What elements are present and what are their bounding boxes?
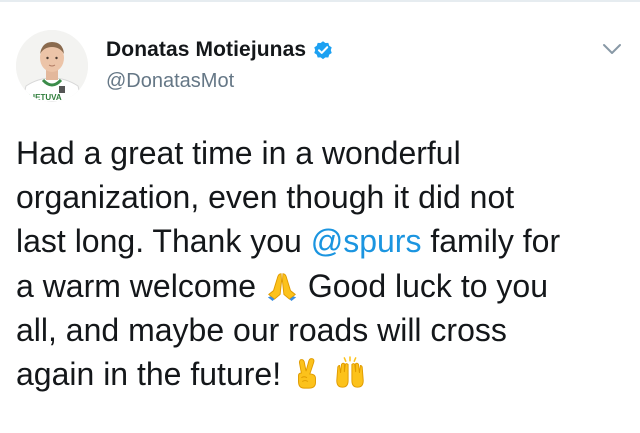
tweet-text-line: again in the future! — [16, 352, 630, 396]
raising-hands-icon — [333, 356, 367, 390]
tweet-text-line: Had a great time in a wonderful — [16, 131, 630, 175]
tweet-text-line: last long. Thank you @spurs family for — [16, 219, 630, 263]
verified-badge-icon — [312, 39, 334, 61]
user-handle[interactable]: @DonatasMot — [106, 70, 234, 93]
tweet-text-segment: all, and maybe our roads will cross — [16, 311, 507, 348]
tweet-text-segment: organization, even though it did not — [16, 179, 515, 216]
mention-link[interactable]: @spurs — [311, 223, 422, 259]
tweet-text-segment: Good luck to you — [298, 267, 548, 304]
folded-hands-icon — [265, 268, 299, 302]
tweet-text-segment: last long. Thank you — [16, 223, 311, 260]
victory-hand-icon — [290, 356, 324, 390]
tweet-text-segment: again in the future! — [16, 356, 290, 393]
tweet-text-segment: family for — [421, 223, 561, 260]
tweet-text-segment — [324, 356, 333, 392]
name-row: Donatas Motiejunas — [106, 38, 334, 62]
tweet-text-line: a warm welcome Good luck to you — [16, 264, 630, 308]
display-name[interactable]: Donatas Motiejunas — [106, 38, 306, 62]
tweet-text: Had a great time in a wonderful organizat… — [16, 131, 630, 396]
tweet-text-segment: a warm welcome — [16, 267, 265, 304]
avatar[interactable]: LIETUVA — [16, 30, 88, 102]
chevron-down-icon[interactable] — [602, 42, 622, 56]
tweet-card: LIETUVA Donatas Motiejunas @DonatasMot H… — [0, 0, 640, 433]
tweet-text-line: organization, even though it did not — [16, 175, 630, 219]
tweet-text-segment: Had a great time in a wonderful — [16, 135, 461, 171]
tweet-text-line: all, and maybe our roads will cross — [16, 308, 630, 352]
jersey-text: LIETUVA — [28, 93, 62, 102]
